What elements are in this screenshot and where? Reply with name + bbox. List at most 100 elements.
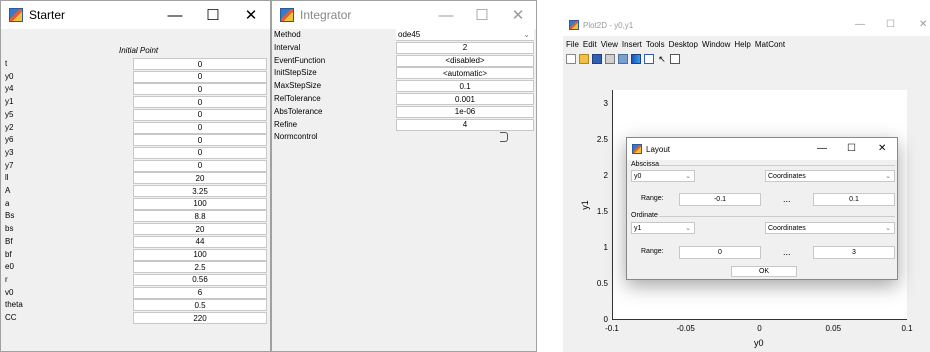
starter-row-input[interactable]: 0 <box>133 96 267 109</box>
starter-row-input[interactable]: 8.8 <box>133 210 267 223</box>
starter-row-input[interactable]: 3.25 <box>133 185 267 197</box>
starter-row-input[interactable]: 20 <box>133 172 267 185</box>
starter-row-input[interactable]: 44 <box>133 235 267 248</box>
starter-row-label: y5 <box>5 109 14 119</box>
integrator-row-label: Interval <box>274 42 301 52</box>
integrator-row-input[interactable]: 0.001 <box>396 93 534 105</box>
starter-title: Starter <box>29 8 66 22</box>
abscissa-min-input[interactable]: -0.1 <box>679 193 761 206</box>
menu-item-view[interactable]: View <box>601 40 618 49</box>
chevron-down-icon: ⌄ <box>885 225 891 232</box>
chevron-down-icon: ⌄ <box>523 30 530 39</box>
chevron-down-icon: ⌄ <box>685 173 691 180</box>
abscissa-variable-select[interactable]: y0 ⌄ <box>631 170 695 182</box>
starter-row-input[interactable]: 0 <box>133 146 267 159</box>
close-icon[interactable]: ✕ <box>919 19 927 30</box>
integrator-row-input[interactable]: 4 <box>396 118 534 131</box>
normcontrol-checkbox[interactable] <box>500 132 508 143</box>
starter-row-label: bs <box>5 224 14 234</box>
method-select[interactable]: ode45 ⌄ <box>396 29 534 41</box>
starter-row-label: e0 <box>5 262 14 272</box>
ordinate-range-label: Range: <box>641 248 664 255</box>
abscissa-range-dots: ... <box>783 194 791 204</box>
integrator-row-input[interactable]: 1e-06 <box>396 105 534 118</box>
starter-row-input[interactable]: 0 <box>133 108 267 121</box>
starter-row-input[interactable]: 0 <box>133 134 267 147</box>
starter-row-label: y4 <box>5 84 14 94</box>
new-figure-icon[interactable] <box>566 54 576 64</box>
layout-dialog: Layout — ☐ ✕ Abscissa y0 ⌄ Coordinates ⌄… <box>626 137 898 280</box>
abscissa-range-label: Range: <box>641 195 664 202</box>
abscissa-max-input[interactable]: 0.1 <box>813 193 895 206</box>
maximize-icon[interactable]: ☐ <box>886 19 895 30</box>
starter-row-input[interactable]: 6 <box>133 286 267 299</box>
close-icon[interactable]: ✕ <box>496 1 536 29</box>
close-icon[interactable]: ✕ <box>229 1 270 29</box>
y-tick-label: 2 <box>603 171 608 181</box>
starter-row-label: ll <box>5 173 9 183</box>
starter-row-input[interactable]: 100 <box>133 197 267 210</box>
minimize-icon[interactable]: — <box>817 143 827 154</box>
starter-row-input[interactable]: 2.5 <box>133 261 267 274</box>
integrator-row-input[interactable]: 0.1 <box>396 80 534 93</box>
starter-row-input[interactable]: 0 <box>133 159 267 172</box>
pointer-icon[interactable]: ↖ <box>657 54 667 64</box>
maximize-icon[interactable]: ☐ <box>847 143 856 154</box>
ordinate-variable-select[interactable]: y1 ⌄ <box>631 222 695 234</box>
menu-item-matcont[interactable]: MatCont <box>755 40 785 49</box>
integrator-row-label: Method <box>274 30 301 39</box>
integrator-row-label: MaxStepSize <box>274 81 322 91</box>
starter-row-input[interactable]: 100 <box>133 248 267 261</box>
menu-item-tools[interactable]: Tools <box>646 40 665 49</box>
starter-row-input[interactable]: 0.56 <box>133 273 267 286</box>
plot-titlebar: Plot2D - y0,y1 — ☐ ✕ <box>563 14 930 36</box>
ok-button[interactable]: OK <box>731 266 797 277</box>
property-editor-icon[interactable] <box>670 54 680 64</box>
starter-row-label: bf <box>5 249 12 259</box>
starter-row-input[interactable]: 0 <box>133 70 267 83</box>
ordinate-min-input[interactable]: 0 <box>679 246 761 259</box>
menu-item-desktop[interactable]: Desktop <box>669 40 698 49</box>
starter-row-label: y3 <box>5 147 14 157</box>
starter-row-input[interactable]: 0 <box>133 121 267 134</box>
integrator-row-input[interactable]: <automatic> <box>396 67 534 80</box>
matlab-app-icon <box>280 8 294 22</box>
menu-item-insert[interactable]: Insert <box>622 40 642 49</box>
save-icon[interactable] <box>592 54 602 64</box>
starter-titlebar: Starter — ☐ ✕ <box>1 1 270 29</box>
starter-row-input[interactable]: 0 <box>133 83 267 96</box>
close-icon[interactable]: ✕ <box>878 143 886 154</box>
integrator-row-input[interactable]: <disabled> <box>396 54 534 67</box>
starter-row-input[interactable]: 0.5 <box>133 299 267 312</box>
menu-item-window[interactable]: Window <box>702 40 730 49</box>
menu-item-help[interactable]: Help <box>734 40 750 49</box>
starter-row-input[interactable]: 20 <box>133 223 267 236</box>
integrator-row-label: AbsTolerance <box>274 106 323 116</box>
integrator-row-input[interactable]: 2 <box>396 41 534 54</box>
starter-row-label: theta <box>5 300 23 310</box>
starter-row-label: y2 <box>5 122 14 132</box>
insert-legend-icon[interactable] <box>644 54 654 64</box>
ordinate-max-input[interactable]: 3 <box>813 246 895 259</box>
starter-row-input[interactable]: 220 <box>133 312 267 324</box>
insert-colorbar-icon[interactable] <box>631 54 641 64</box>
menu-item-edit[interactable]: Edit <box>583 40 597 49</box>
matlab-app-icon <box>632 144 642 154</box>
starter-row-label: y1 <box>5 97 14 107</box>
starter-row-label: Bf <box>5 236 13 246</box>
ordinate-coord-value: Coordinates <box>768 224 806 232</box>
link-plot-icon[interactable] <box>618 54 628 64</box>
print-icon[interactable] <box>605 54 615 64</box>
minimize-icon[interactable]: — <box>855 19 865 30</box>
ordinate-coord-select[interactable]: Coordinates ⌄ <box>765 222 895 234</box>
y-tick-label: 3 <box>603 99 608 109</box>
abscissa-coord-select[interactable]: Coordinates ⌄ <box>765 170 895 182</box>
abscissa-label: Abscissa <box>631 161 660 168</box>
initial-point-header: Initial Point <box>119 46 159 55</box>
x-tick-label: -0.05 <box>676 324 695 333</box>
menu-item-file[interactable]: File <box>566 40 579 49</box>
chevron-down-icon: ⌄ <box>685 225 691 232</box>
open-file-icon[interactable] <box>579 54 589 64</box>
starter-row-input[interactable]: 0 <box>133 58 267 70</box>
x-tick-label: 0.05 <box>825 324 842 333</box>
